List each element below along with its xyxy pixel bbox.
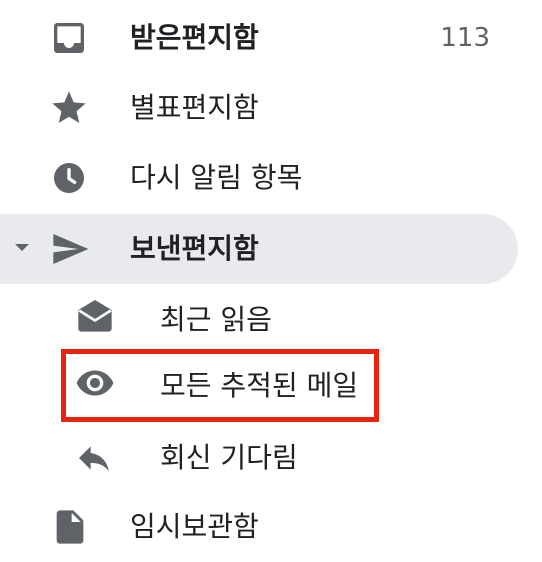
nav-item-awaiting-reply[interactable]: 회신 기다림 — [0, 423, 542, 493]
nav-item-label: 받은편지함 — [130, 21, 259, 54]
draft-icon — [50, 507, 90, 547]
nav-item-label: 보낸편지함 — [130, 232, 259, 265]
nav-item-snoozed[interactable]: 다시 알림 항목 — [0, 143, 542, 213]
unread-count: 113 — [440, 23, 490, 53]
nav-item-recently-read[interactable]: 최근 읽음 — [0, 285, 542, 355]
opened-envelope-icon — [75, 295, 115, 335]
highlight-box — [61, 349, 379, 422]
clock-icon — [49, 158, 89, 198]
nav-item-label: 별표편지함 — [130, 91, 259, 124]
nav-item-sent[interactable]: 보낸편지함 — [0, 214, 518, 284]
expand-arrow-icon[interactable] — [15, 244, 29, 251]
nav-item-drafts[interactable]: 임시보관함 — [0, 492, 542, 562]
nav-item-label: 회신 기다림 — [160, 441, 298, 474]
send-icon — [50, 229, 90, 269]
nav-item-label: 다시 알림 항목 — [130, 161, 303, 194]
reply-icon — [74, 438, 114, 478]
star-icon — [49, 88, 89, 128]
inbox-icon — [49, 18, 89, 58]
nav-item-starred[interactable]: 별표편지함 — [0, 73, 542, 143]
nav-item-inbox[interactable]: 받은편지함 113 — [0, 3, 542, 73]
nav-item-label: 최근 읽음 — [160, 303, 272, 336]
nav-item-label: 임시보관함 — [130, 510, 259, 543]
